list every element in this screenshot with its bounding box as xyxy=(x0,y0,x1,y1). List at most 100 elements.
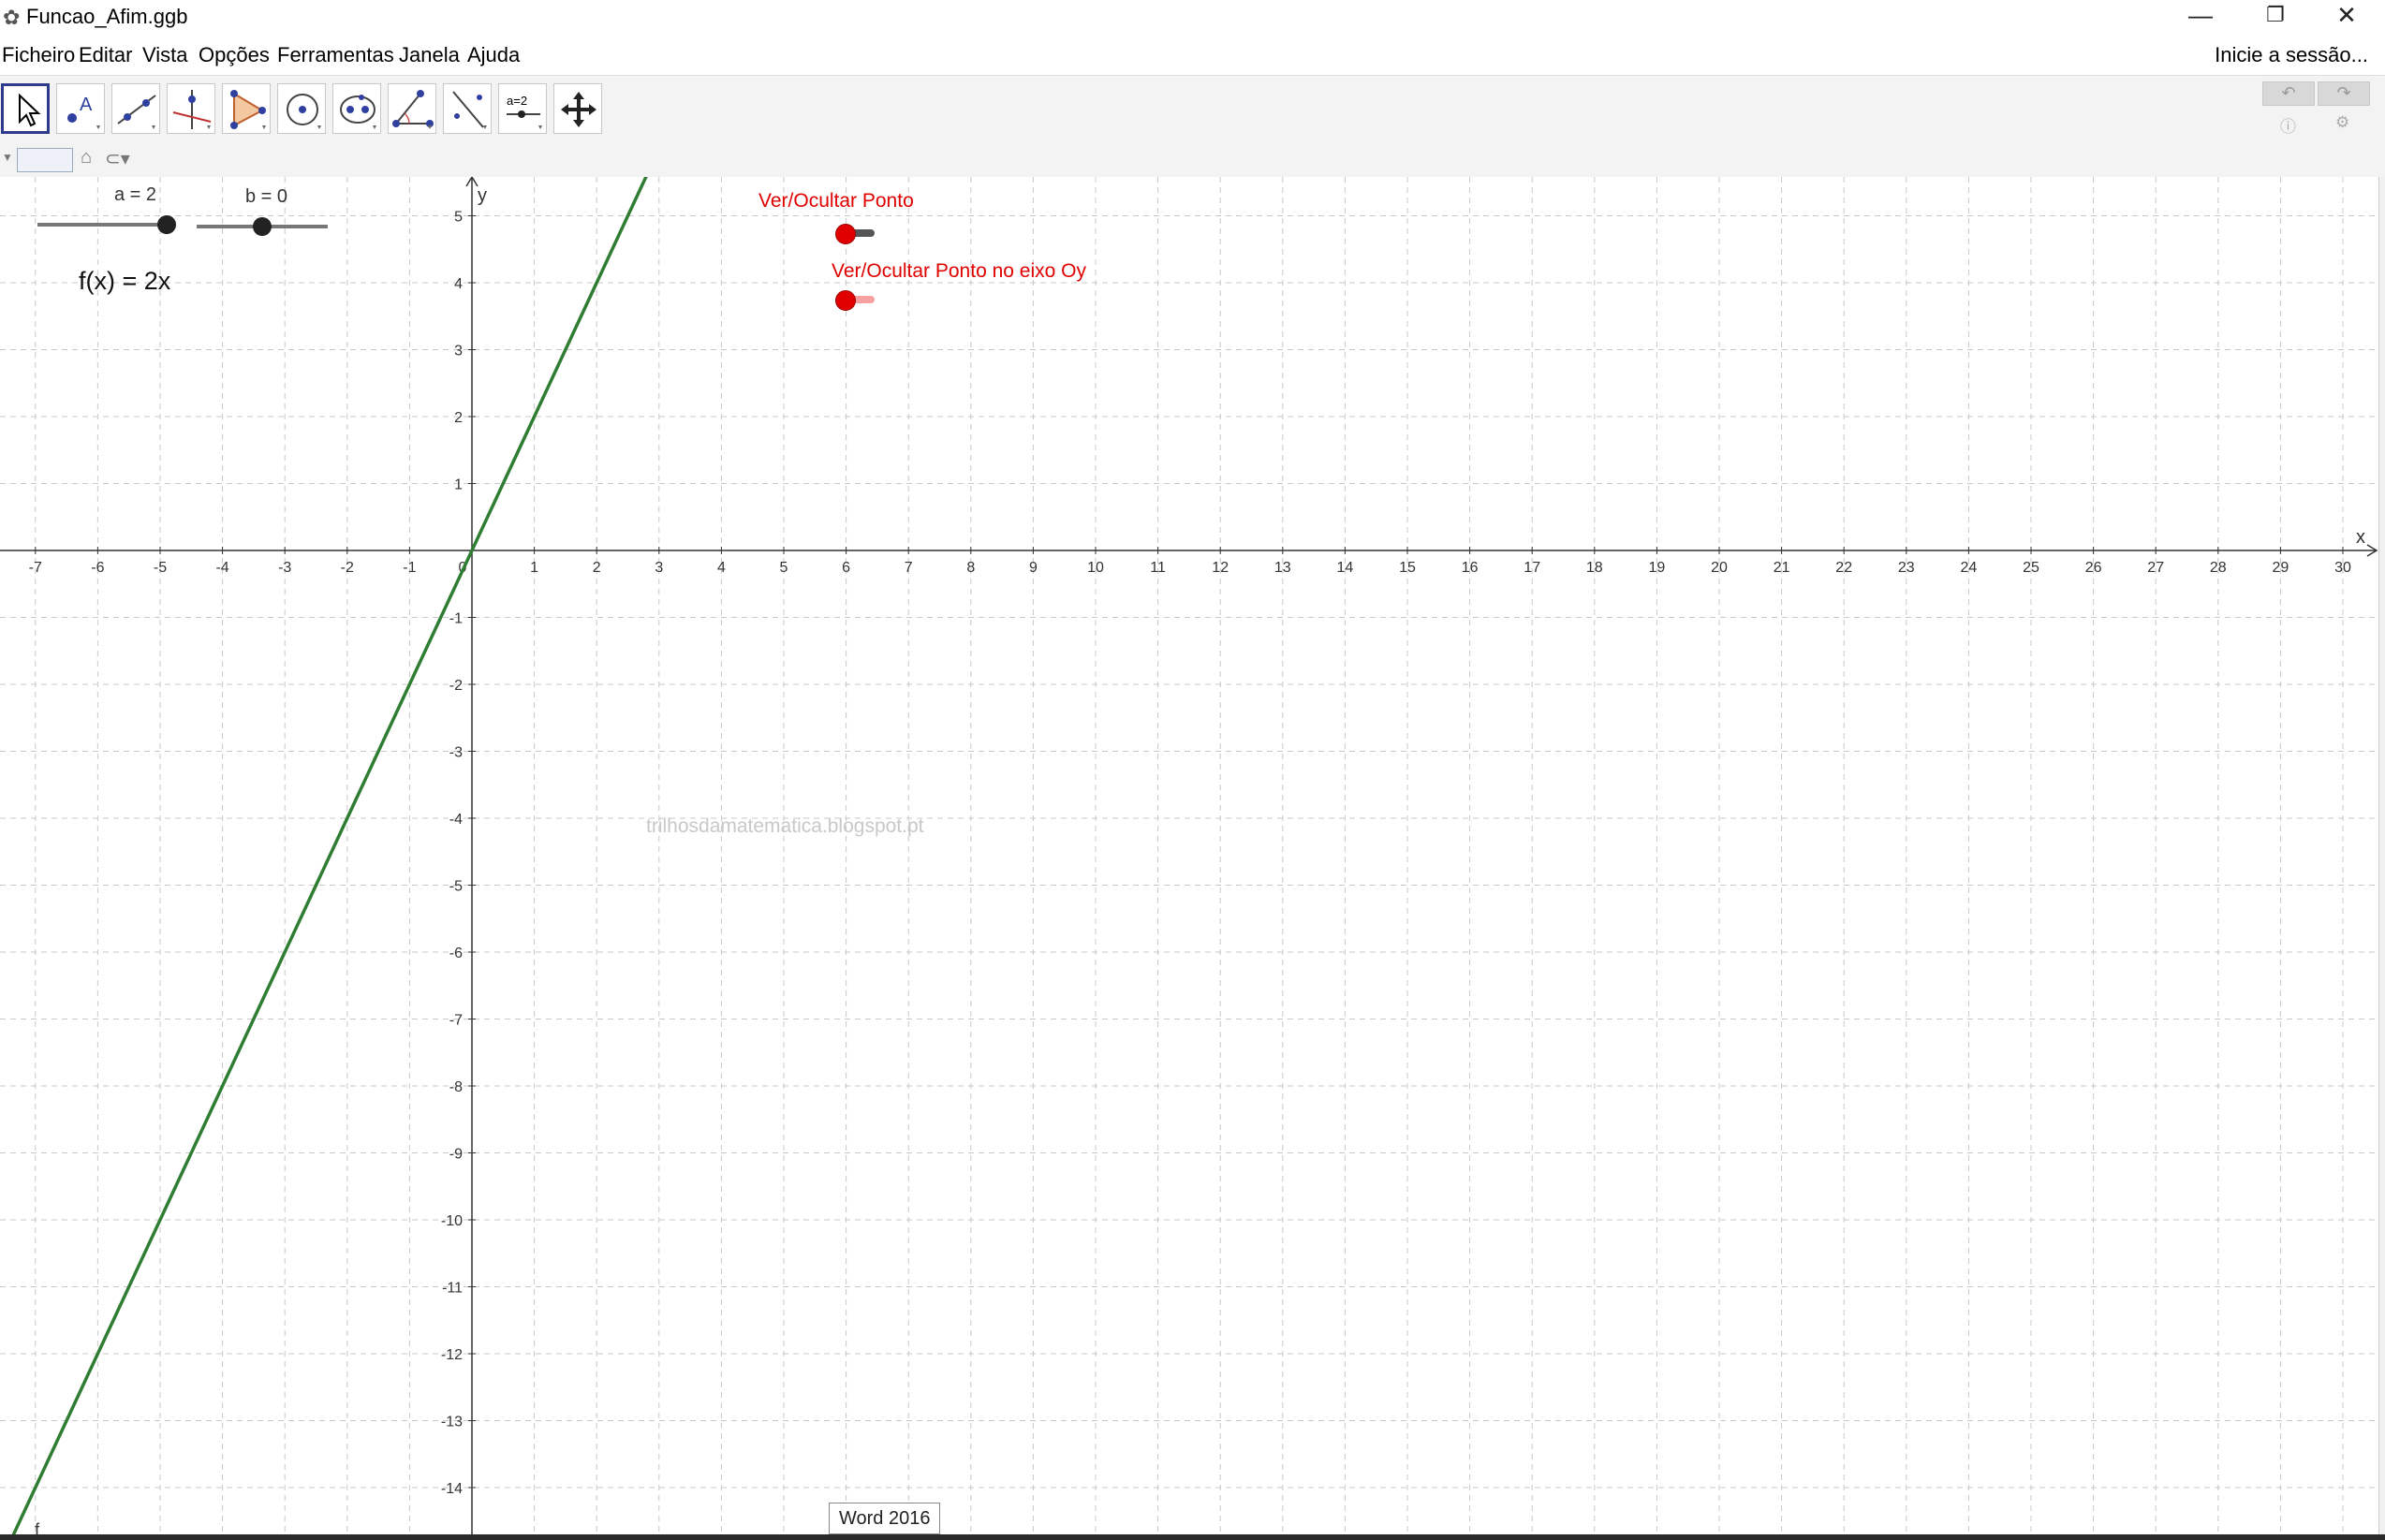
line-tool[interactable] xyxy=(111,83,160,134)
x-tick-label: -5 xyxy=(154,560,167,576)
move-view-tool[interactable] xyxy=(553,83,602,134)
x-tick-label: 14 xyxy=(1337,560,1354,576)
y-tick-label: -12 xyxy=(441,1347,463,1363)
x-tick-label: 11 xyxy=(1150,560,1166,576)
undo-icon: ↶ xyxy=(2281,83,2296,102)
y-tick-label: -10 xyxy=(441,1213,463,1229)
x-tick-label: 18 xyxy=(1586,560,1603,576)
menu-editar[interactable]: Editar xyxy=(79,43,132,67)
x-tick-label: 28 xyxy=(2210,560,2227,576)
toolbar: A a=2 ↶ ↷ ⓘ ⚙ xyxy=(0,75,2385,144)
checkbox-ver-ponto-oy-label: Ver/Ocultar Ponto no eixo Oy xyxy=(832,260,1086,282)
slider-a-knob[interactable] xyxy=(157,215,176,234)
y-tick-label: 2 xyxy=(454,410,463,426)
x-tick-label: 22 xyxy=(1835,560,1852,576)
menu-janela[interactable]: Janela xyxy=(399,43,460,67)
slider-a-track[interactable] xyxy=(37,223,169,227)
reflect-tool[interactable] xyxy=(443,83,492,134)
x-tick-label: 10 xyxy=(1087,560,1104,576)
menu-ficheiro[interactable]: Ficheiro xyxy=(2,43,75,67)
x-tick-label: 29 xyxy=(2273,560,2289,576)
y-tick-label: -2 xyxy=(449,678,463,694)
circle-tool[interactable] xyxy=(277,83,326,134)
y-tick-label: -3 xyxy=(449,745,463,761)
x-tick-label: 2 xyxy=(593,560,601,576)
x-tick-label: 24 xyxy=(1961,560,1978,576)
checkbox-ver-ponto-oy[interactable] xyxy=(835,290,856,311)
y-tick-label: -13 xyxy=(441,1415,463,1430)
toggle-stylebar-icon[interactable]: ▼ xyxy=(2,151,13,164)
x-tick-label: 30 xyxy=(2334,560,2351,576)
x-tick-label: 13 xyxy=(1274,560,1291,576)
menu-opcoes[interactable]: Opções xyxy=(199,43,270,67)
home-icon[interactable]: ⌂ xyxy=(81,147,92,169)
x-axis-label: x xyxy=(2356,527,2365,548)
x-tick-label: 9 xyxy=(1029,560,1038,576)
x-tick-label: 4 xyxy=(717,560,726,576)
perpendicular-tool[interactable] xyxy=(167,83,215,134)
x-tick-label: 1 xyxy=(530,560,538,576)
x-tick-label: 17 xyxy=(1524,560,1540,576)
menu-vista[interactable]: Vista xyxy=(142,43,188,67)
restore-button[interactable]: ❐ xyxy=(2240,0,2311,34)
x-tick-label: -7 xyxy=(29,560,42,576)
minimize-button[interactable]: — xyxy=(2165,0,2236,34)
x-tick-label: 20 xyxy=(1711,560,1728,576)
menu-ferramentas[interactable]: Ferramentas xyxy=(277,43,394,67)
graphics-view[interactable]: xy-7-6-5-4-3-2-1012345678910111213141516… xyxy=(0,177,2378,1534)
x-tick-label: -3 xyxy=(278,560,291,576)
axes-grid-toggle[interactable] xyxy=(17,148,73,172)
x-tick-label: 3 xyxy=(655,560,663,576)
menu-bar: Ficheiro Editar Vista Opções Ferramentas… xyxy=(0,39,2385,75)
undo-button[interactable]: ↶ xyxy=(2262,81,2315,106)
y-tick-label: -5 xyxy=(449,879,463,895)
checkbox-ver-ponto-label: Ver/Ocultar Ponto xyxy=(758,190,914,212)
y-tick-label: -6 xyxy=(449,946,463,961)
x-tick-label: 26 xyxy=(2085,560,2102,576)
function-graph-label: f xyxy=(35,1520,40,1534)
x-tick-label: 8 xyxy=(966,560,975,576)
point-tool[interactable]: A xyxy=(56,83,105,134)
x-tick-label: -6 xyxy=(91,560,104,576)
y-tick-label: 4 xyxy=(454,276,463,292)
settings-icon[interactable]: ⚙ xyxy=(2335,113,2349,132)
graphics-canvas[interactable]: xy-7-6-5-4-3-2-1012345678910111213141516… xyxy=(0,177,2378,1534)
taskbar-tooltip: Word 2016 xyxy=(829,1503,941,1534)
x-tick-label: 16 xyxy=(1462,560,1479,576)
signin-link[interactable]: Inicie a sessão... xyxy=(2215,43,2368,67)
window-title: Funcao_Afim.ggb xyxy=(26,5,188,28)
slider-b-knob[interactable] xyxy=(253,217,272,236)
taskbar-edge xyxy=(0,1534,2385,1540)
svg-text:A: A xyxy=(80,95,93,115)
x-tick-label: -4 xyxy=(215,560,228,576)
menu-ajuda[interactable]: Ajuda xyxy=(467,43,520,67)
help-icon[interactable]: ⓘ xyxy=(2280,113,2296,137)
point-capture-icon[interactable]: ⊂▾ xyxy=(105,147,130,170)
y-tick-label: -14 xyxy=(441,1481,463,1497)
x-tick-label: 27 xyxy=(2147,560,2164,576)
close-button[interactable]: ✕ xyxy=(2311,0,2382,34)
graphics-style-bar: ▼ ⌂ ⊂▾ xyxy=(0,143,2385,178)
watermark-text: trilhosdamatematica.blogspot.pt xyxy=(646,815,924,837)
y-tick-label: 5 xyxy=(454,210,463,226)
y-tick-label: 1 xyxy=(454,477,463,493)
x-tick-label: -2 xyxy=(341,560,354,576)
y-tick-label: -11 xyxy=(442,1281,463,1297)
x-tick-label: 7 xyxy=(905,560,913,576)
redo-button[interactable]: ↷ xyxy=(2318,81,2370,106)
x-tick-label: 6 xyxy=(842,560,850,576)
conic-tool[interactable] xyxy=(332,83,381,134)
y-tick-label: -9 xyxy=(449,1147,463,1163)
redo-icon: ↷ xyxy=(2336,83,2351,102)
move-tool[interactable] xyxy=(1,83,50,134)
side-panel-toggle[interactable] xyxy=(2378,177,2385,1534)
x-tick-label: 25 xyxy=(2023,560,2039,576)
title-bar: ✿ Funcao_Afim.ggb — ❐ ✕ xyxy=(0,0,2385,39)
geogebra-icon: ✿ xyxy=(3,6,21,29)
y-tick-label: 3 xyxy=(454,344,463,359)
angle-tool[interactable] xyxy=(388,83,436,134)
polygon-tool[interactable] xyxy=(222,83,271,134)
slider-tool[interactable]: a=2 xyxy=(498,83,547,134)
function-text: f(x) = 2x xyxy=(79,267,171,295)
checkbox-ver-ponto[interactable] xyxy=(835,224,856,244)
